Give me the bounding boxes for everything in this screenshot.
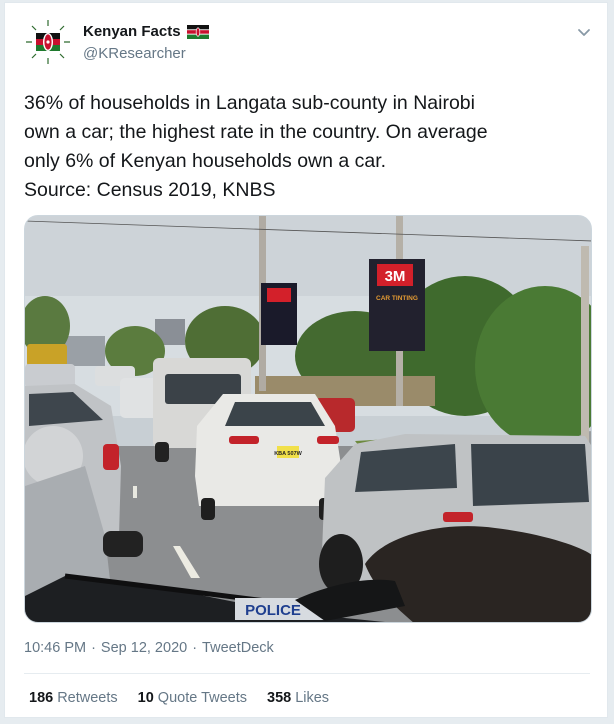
retweets-label: Retweets	[57, 690, 118, 706]
separator: ·	[91, 640, 96, 656]
retweets-stat[interactable]: 186 Retweets	[29, 690, 118, 706]
likes-stat[interactable]: 358 Likes	[267, 690, 329, 706]
tweet-text: 36% of households in Langata sub-county …	[24, 89, 594, 205]
retweets-count: 186	[29, 690, 54, 706]
likes-label: Likes	[295, 690, 330, 706]
kenya-flag-icon	[186, 25, 209, 39]
divider	[24, 673, 590, 674]
tweet-text-line: only 6% of Kenyan households own a car.	[24, 150, 387, 172]
likes-count: 358	[267, 690, 292, 706]
tweet-date[interactable]: Sep 12, 2020	[101, 640, 187, 656]
quote-tweets-stat[interactable]: 10 Quote Tweets	[138, 690, 247, 706]
tweet-stats: 186 Retweets 10 Quote Tweets 358 Likes	[29, 690, 329, 706]
plate-text: KBA 507W	[274, 451, 302, 457]
avatar[interactable]	[24, 18, 72, 66]
billboard-text: CAR TINTING	[376, 295, 418, 302]
handle[interactable]: @KResearcher	[83, 44, 209, 64]
tweet-photo[interactable]: 3M CAR TINTING KBA 507W POLICE	[24, 215, 592, 623]
tweet-text-line: own a car; the highest rate in the count…	[24, 121, 488, 143]
tweet-time[interactable]: 10:46 PM	[24, 640, 86, 656]
tweet-author: Kenyan Facts @KResearcher	[83, 22, 209, 64]
police-text: POLICE	[245, 602, 301, 619]
billboard-brand: 3M	[385, 268, 406, 285]
chevron-down-icon[interactable]	[575, 23, 593, 41]
traffic-photo: 3M CAR TINTING KBA 507W POLICE	[25, 216, 591, 622]
tweet-client[interactable]: TweetDeck	[202, 640, 274, 656]
tweet-timestamp[interactable]: 10:46 PM · Sep 12, 2020 · TweetDeck	[24, 640, 274, 656]
quote-tweets-count: 10	[137, 690, 154, 706]
display-name[interactable]: Kenyan Facts	[83, 22, 181, 42]
tweet-card: Kenyan Facts @KResearcher 36% of househo…	[4, 2, 608, 718]
tweet-text-line: Source: Census 2019, KNBS	[24, 179, 276, 201]
kenya-coat-of-arms-icon	[25, 19, 71, 65]
quote-tweets-label: Quote Tweets	[157, 690, 247, 706]
tweet-text-line: 36% of households in Langata sub-county …	[24, 92, 475, 114]
separator: ·	[192, 640, 198, 656]
